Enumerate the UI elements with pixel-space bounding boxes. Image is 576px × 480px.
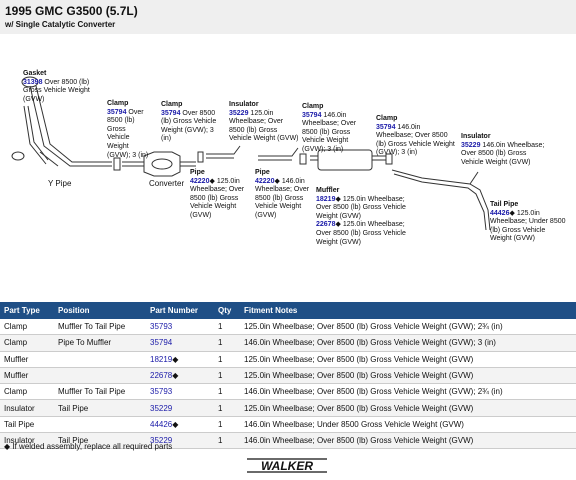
clamp-1-part-link[interactable]: 35794	[107, 109, 126, 116]
pipe-callout-1: Pipe 42220◆ 125.0in Wheelbase; Over 8500…	[190, 169, 245, 219]
clamp-drawing	[113, 151, 393, 171]
part-number-link[interactable]: 35794	[150, 338, 172, 347]
insulator-callout-1: Insulator 35229 125.0in Wheelbase; Over …	[229, 101, 299, 143]
insulator-1-part-link[interactable]: 35229	[229, 110, 248, 117]
part-number-link[interactable]: 35793	[150, 322, 172, 331]
muffler-callout: Muffler 18219◆ 125.0in Wheelbase; Over 8…	[316, 187, 406, 246]
pipe-callout-2: Pipe 42220◆ 146.0in Wheelbase; Over 8500…	[255, 169, 310, 219]
table-row: Clamp Muffler To Tail Pipe 35793 1 146.0…	[0, 383, 576, 401]
col-part-type: Part Type	[0, 302, 54, 319]
table-row: Clamp Muffler To Tail Pipe 35793 1 125.0…	[0, 319, 576, 336]
clamp-callout-3: Clamp 35794 146.0in Wheelbase; Over 8500…	[302, 103, 357, 153]
insulator-callout-2: Insulator 35229 146.0in Wheelbase; Over …	[461, 133, 545, 166]
converter-caption: Converter	[149, 179, 185, 188]
clamp-callout-2: Clamp 35794 Over 8500 (lb) Gross Vehicle…	[161, 101, 217, 143]
weld-diamond-icon: ◆	[172, 354, 179, 364]
part-number-link[interactable]: 18219	[150, 355, 172, 364]
clamp-2-part-link[interactable]: 35794	[161, 110, 180, 117]
insulator-2-part-link[interactable]: 35229	[461, 142, 480, 149]
clamp-callout-1: Clamp 35794 Over 8500 (lb) Gross Vehicle…	[107, 100, 149, 159]
weld-diamond-icon: ◆	[209, 177, 215, 185]
table-row: Muffler 18219◆ 1 125.0in Wheelbase; Over…	[0, 351, 576, 368]
clamp-4-part-link[interactable]: 35794	[376, 124, 395, 131]
page-header: 1995 GMC G3500 (5.7L) w/ Single Catalyti…	[0, 0, 576, 34]
table-row: Clamp Pipe To Muffler 35794 1 146.0in Wh…	[0, 334, 576, 352]
col-position: Position	[54, 302, 146, 319]
welded-assembly-note: ◆ If welded assembly, replace all requir…	[4, 442, 173, 451]
clamp-3-part-link[interactable]: 35794	[302, 112, 321, 119]
part-number-link[interactable]: 35229	[150, 404, 172, 413]
tailpipe-part-link[interactable]: 44426	[490, 210, 509, 217]
weld-diamond-icon: ◆	[274, 177, 280, 185]
gasket-callout: Gasket 31398 Over 8500 (lb) Gross Vehicl…	[23, 70, 90, 103]
table-row: Muffler 22678◆ 1 125.0in Wheelbase; Over…	[0, 367, 576, 385]
muffler-1-part-link[interactable]: 18219	[316, 196, 335, 203]
weld-diamond-icon: ◆	[335, 221, 341, 229]
pipe-1-part-link[interactable]: 42220	[190, 178, 209, 185]
col-qty: Qty	[214, 302, 240, 319]
muffler-2-part-link[interactable]: 22678	[316, 221, 335, 228]
walker-logo: WALKER	[247, 458, 327, 473]
col-part-number: Part Number	[146, 302, 214, 319]
gasket-part-link[interactable]: 31398	[23, 79, 42, 86]
part-number-link[interactable]: 35793	[150, 387, 172, 396]
page-subtitle: w/ Single Catalytic Converter	[5, 20, 116, 29]
part-number-link[interactable]: 22678	[150, 371, 172, 380]
col-fitment-notes: Fitment Notes	[240, 302, 576, 319]
part-number-link[interactable]: 44426	[150, 420, 172, 429]
table-row: Insulator Tail Pipe 35229 1 125.0in Whee…	[0, 399, 576, 417]
table-row: Tail Pipe 44426◆ 1 146.0in Wheelbase; Un…	[0, 416, 576, 434]
pipe-42220-right-drawing	[258, 147, 299, 161]
page-title: 1995 GMC G3500 (5.7L)	[5, 4, 138, 18]
logo-text: WALKER	[261, 459, 313, 473]
weld-diamond-icon: ◆	[172, 419, 179, 429]
pipe-42220-left-drawing	[206, 145, 241, 159]
pipe-2-part-link[interactable]: 42220	[255, 178, 274, 185]
table-header-row: Part Type Position Part Number Qty Fitme…	[0, 302, 576, 319]
weld-diamond-icon: ◆	[172, 371, 179, 381]
weld-diamond-icon: ◆	[335, 195, 341, 203]
weld-diamond-icon: ◆	[509, 209, 515, 217]
y-pipe-caption: Y Pipe	[48, 179, 72, 188]
clamp-callout-4: Clamp 35794 146.0in Wheelbase; Over 8500…	[376, 115, 455, 157]
parts-table: Part Type Position Part Number Qty Fitme…	[0, 302, 576, 450]
tailpipe-callout: Tail Pipe 44426◆ 125.0in Wheelbase; Unde…	[490, 201, 566, 243]
